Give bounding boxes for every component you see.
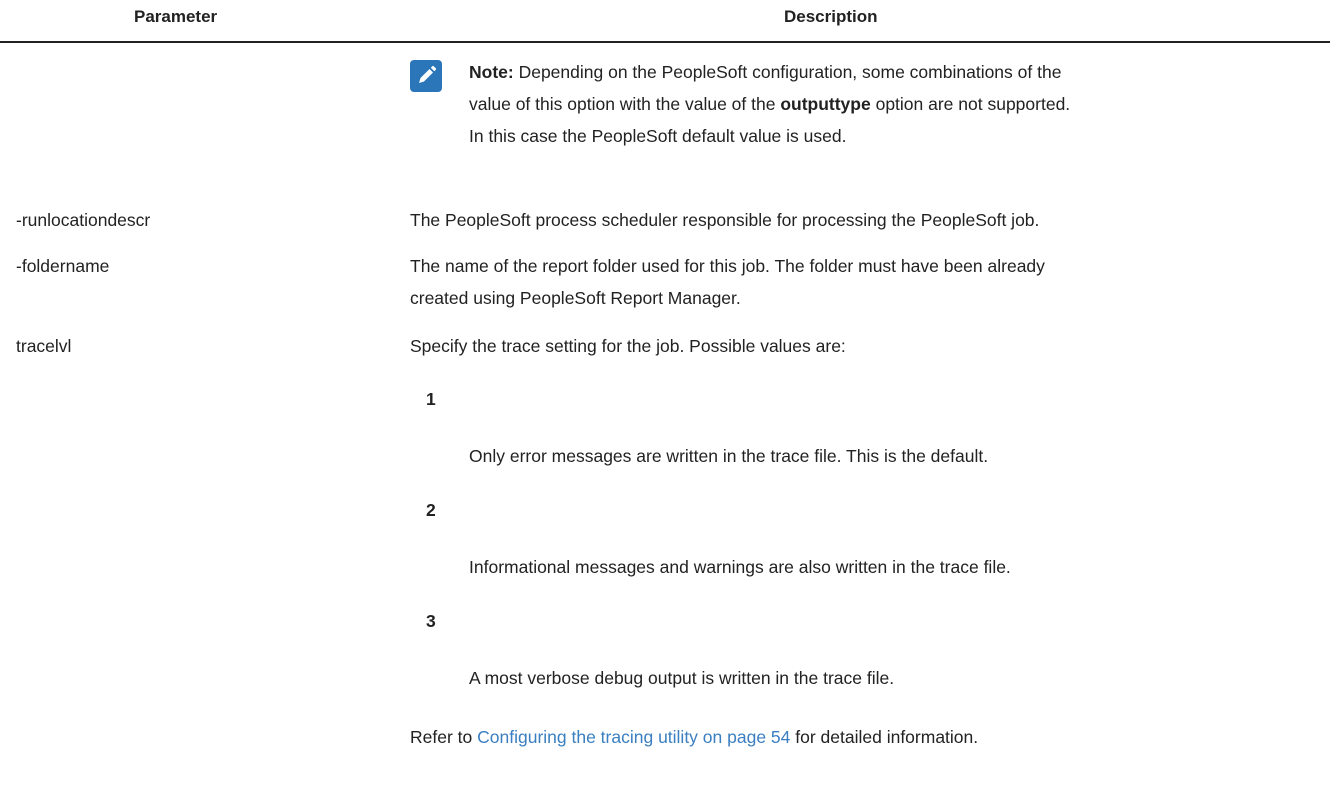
param-foldername: -foldername [16,256,110,276]
trace-value-1: 1 [426,389,436,409]
desc-runlocationdescr: The PeopleSoft process scheduler respons… [410,210,1040,230]
param-runlocationdescr: -runlocationdescr [16,210,151,230]
note-option: outputtype [780,94,871,114]
note-text-2a: value of this option with the value of t… [469,94,781,114]
refer-prefix: Refer to [410,727,478,747]
header-description: Description [784,7,878,26]
trace-desc-2: Informational messages and warnings are … [469,557,1011,577]
trace-desc-3: A most verbose debug output is written i… [469,668,895,688]
trace-desc-1: Only error messages are written in the t… [469,446,989,466]
param-tracelvl: tracelvl [16,336,72,356]
desc-foldername-line-1: The name of the report folder used for t… [410,256,1045,276]
header-parameter: Parameter [134,7,218,26]
desc-foldername-line-2: created using PeopleSoft Report Manager. [410,288,741,308]
header-rule [0,41,1330,43]
note-text-1: Depending on the PeopleSoft configuratio… [513,62,1062,82]
refer-line: Refer to Configuring the tracing utility… [410,721,978,753]
note-line-1: Note: Depending on the PeopleSoft config… [469,56,1061,88]
refer-suffix: for detailed information. [790,727,979,747]
desc-tracelvl: Specify the trace setting for the job. P… [410,336,846,356]
trace-value-2: 2 [426,500,436,520]
note-label: Note: [469,62,514,82]
note-line-2: value of this option with the value of t… [469,88,1070,120]
trace-value-3: 3 [426,611,436,631]
pencil-note-icon [410,60,442,92]
note-text-2b: option are not supported. [870,94,1071,114]
tracing-utility-link[interactable]: Configuring the tracing utility on page … [477,727,790,747]
note-line-3: In this case the PeopleSoft default valu… [469,126,847,146]
